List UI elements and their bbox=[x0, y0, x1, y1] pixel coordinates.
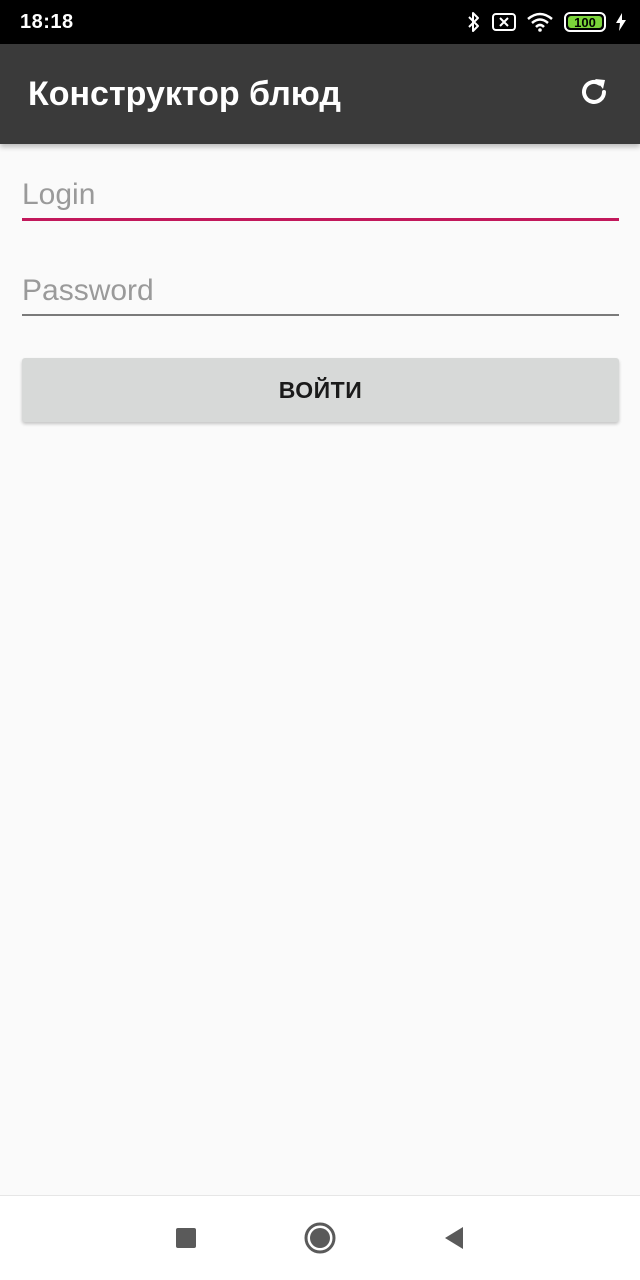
login-input[interactable] bbox=[22, 178, 619, 221]
battery-level: 100 bbox=[574, 14, 596, 30]
back-triangle-icon bbox=[443, 1226, 465, 1255]
password-input[interactable] bbox=[22, 274, 619, 316]
login-field bbox=[22, 178, 619, 221]
back-button[interactable] bbox=[436, 1222, 472, 1258]
wifi-icon bbox=[526, 12, 554, 32]
password-field bbox=[22, 274, 619, 316]
refresh-button[interactable] bbox=[572, 72, 616, 116]
home-circle-icon bbox=[304, 1222, 336, 1259]
status-time: 18:18 bbox=[20, 10, 74, 33]
no-sim-icon bbox=[492, 12, 516, 32]
app-bar: Конструктор блюд bbox=[0, 44, 640, 144]
refresh-icon bbox=[578, 76, 610, 113]
battery-icon: 100 bbox=[564, 12, 606, 32]
home-button[interactable] bbox=[302, 1222, 338, 1258]
system-nav-bar bbox=[0, 1195, 640, 1280]
status-bar: 18:18 100 bbox=[0, 0, 640, 44]
status-icons: 100 bbox=[466, 11, 626, 33]
bluetooth-icon bbox=[466, 11, 482, 33]
recents-button[interactable] bbox=[168, 1222, 204, 1258]
charging-icon bbox=[616, 13, 626, 31]
recents-square-icon bbox=[175, 1227, 197, 1254]
app-screen: 18:18 100 Конструктор блюд Login ВОЙТИ bbox=[0, 0, 640, 1280]
login-button[interactable]: ВОЙТИ bbox=[22, 358, 619, 422]
app-title: Конструктор блюд bbox=[28, 74, 341, 113]
